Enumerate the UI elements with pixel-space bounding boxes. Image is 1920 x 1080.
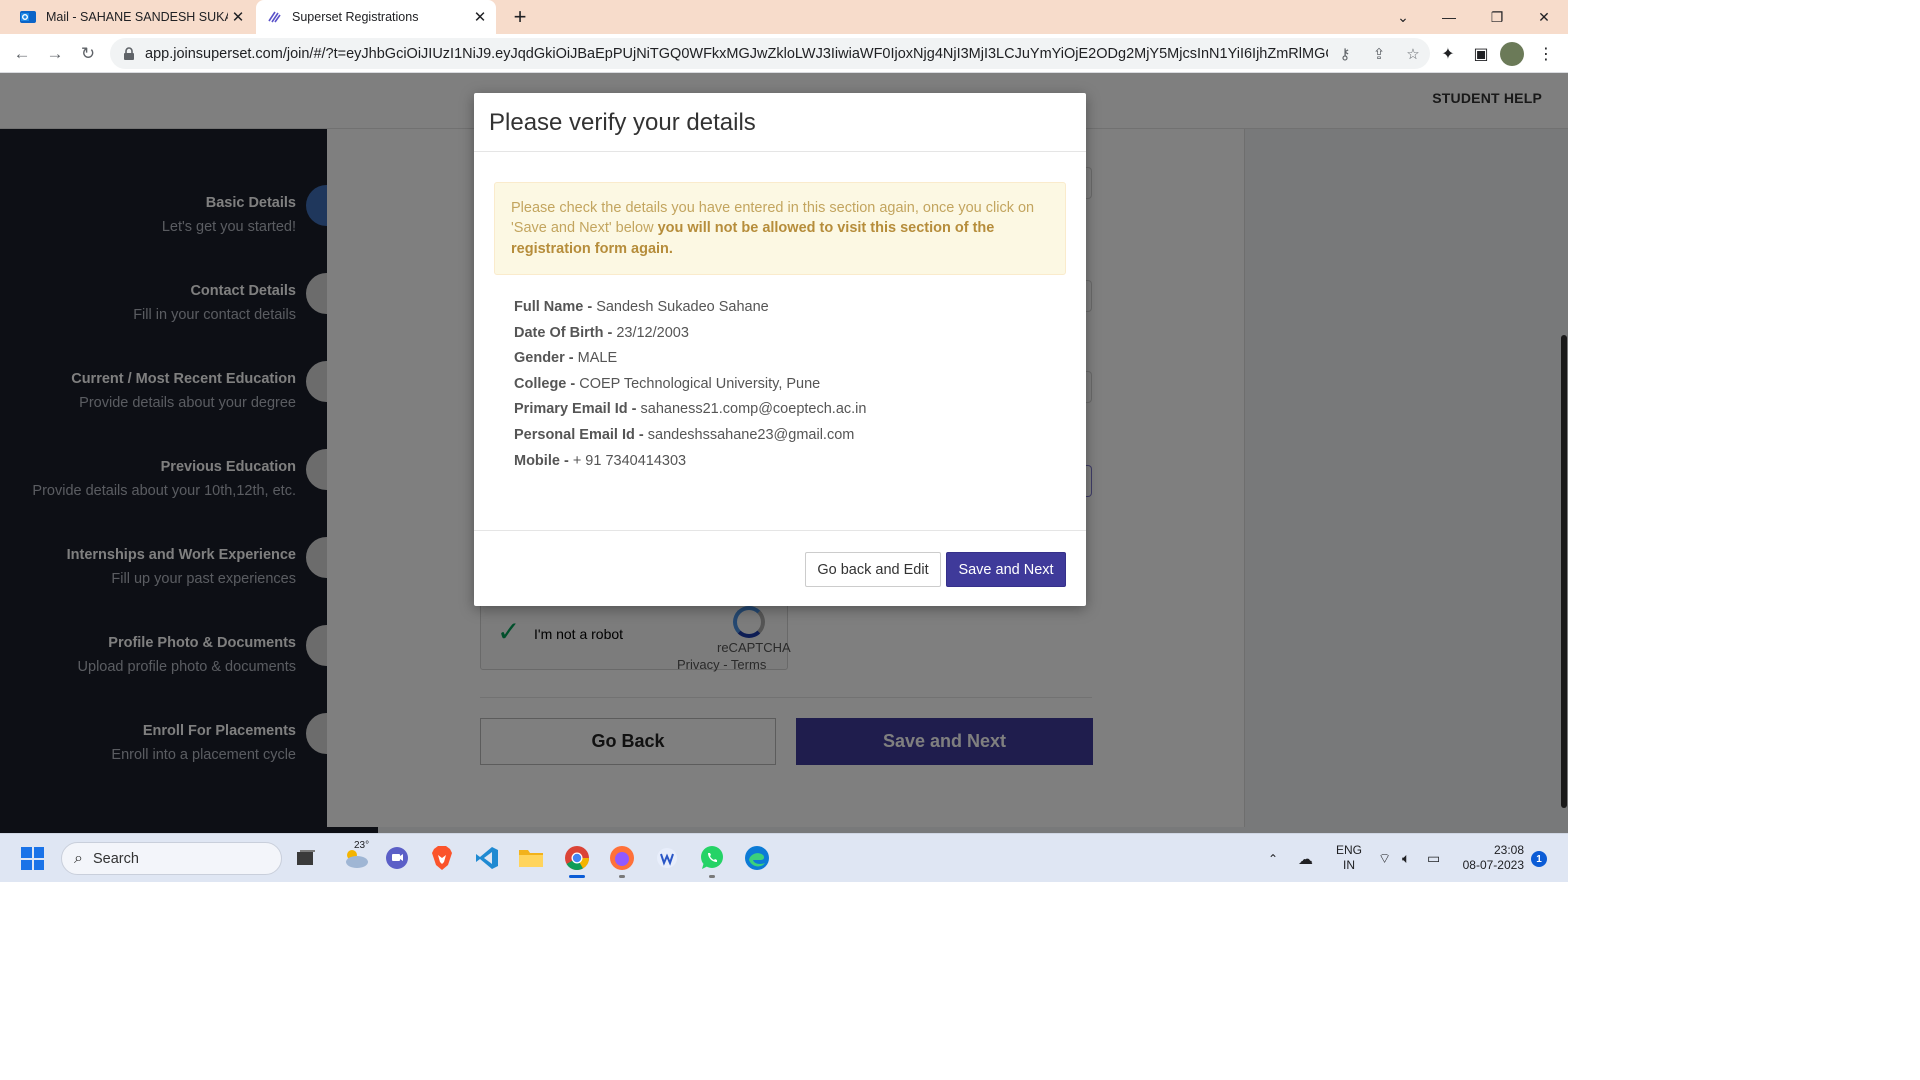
detail-label: Date Of Birth - xyxy=(514,324,613,341)
back-arrow-icon[interactable]: ← xyxy=(8,40,36,68)
key-icon[interactable]: ⚷ xyxy=(1328,45,1362,63)
star-icon[interactable]: ☆ xyxy=(1396,45,1430,63)
details-list: Full Name - Sandesh Sukadeo Sahane Date … xyxy=(514,295,1054,474)
chevron-up-icon[interactable]: ⌃ xyxy=(1268,834,1278,883)
notification-badge[interactable]: 1 xyxy=(1531,851,1547,867)
url-text: app.joinsuperset.com/join/#/?t=eyJhbGciO… xyxy=(145,45,1328,62)
detail-label: Mobile - xyxy=(514,452,569,469)
detail-label: Gender - xyxy=(514,350,574,367)
verify-details-modal: Please verify your details Please check … xyxy=(474,93,1086,606)
side-panel-icon[interactable]: ▣ xyxy=(1469,43,1493,65)
volume-icon[interactable]: 🔈︎ xyxy=(1402,834,1410,883)
windows-taskbar: ⌕ Search 23° ⌃ ☁ ENG IN ⌔ 🔈︎ ▭ 23:08 08-… xyxy=(0,833,1568,882)
modal-save-and-next-button[interactable]: Save and Next xyxy=(946,552,1066,587)
modal-header: Please verify your details xyxy=(474,93,1086,152)
tab-title: Mail - SAHANE SANDESH SUKADEO xyxy=(46,10,228,24)
new-tab-icon[interactable]: + xyxy=(508,4,532,30)
minimize-icon[interactable]: — xyxy=(1426,0,1472,34)
detail-row-mobile: Mobile - + 91 7340414303 xyxy=(514,449,1054,475)
lock-icon xyxy=(124,46,134,60)
detail-value: + 91 7340414303 xyxy=(572,452,687,469)
reload-icon[interactable]: ↻ xyxy=(74,40,102,68)
language-code: ENG xyxy=(1336,843,1363,857)
taskbar-search[interactable]: ⌕ Search xyxy=(61,842,282,875)
whatsapp-icon[interactable] xyxy=(697,843,727,878)
restore-icon[interactable]: ❐ xyxy=(1474,0,1520,34)
wifi-icon[interactable]: ⌔ xyxy=(1378,834,1391,883)
clock[interactable]: 23:08 08-07-2023 xyxy=(1460,843,1524,873)
battery-icon[interactable]: ▭ xyxy=(1427,834,1440,883)
tab-title: Superset Registrations xyxy=(292,10,419,24)
detail-value: sandeshssahane23@gmail.com xyxy=(647,426,855,443)
teams-chat-icon[interactable] xyxy=(382,843,412,873)
modal-footer: Go back and Edit Save and Next xyxy=(474,530,1086,606)
tab-superset[interactable]: Superset Registrations ✕ xyxy=(256,0,496,34)
warning-alert: Please check the details you have entere… xyxy=(494,182,1066,275)
close-icon[interactable]: ✕ xyxy=(470,8,490,26)
detail-row-full-name: Full Name - Sandesh Sukadeo Sahane xyxy=(514,295,1054,321)
extensions-icon[interactable]: ✦ xyxy=(1436,43,1460,65)
detail-label: Primary Email Id - xyxy=(514,401,637,418)
firefox-icon[interactable] xyxy=(607,843,637,878)
tab-mail[interactable]: Mail - SAHANE SANDESH SUKADEO ✕ xyxy=(8,0,254,34)
chrome-icon[interactable] xyxy=(562,843,592,878)
clock-date: 08-07-2023 xyxy=(1462,858,1524,872)
detail-value: Sandesh Sukadeo Sahane xyxy=(596,299,769,315)
search-label: Search xyxy=(92,850,139,867)
browser-tab-strip: Mail - SAHANE SANDESH SUKADEO ✕ Superset… xyxy=(0,0,1568,34)
detail-label: College - xyxy=(514,375,576,392)
windows-start-icon[interactable] xyxy=(21,847,44,870)
clock-time: 23:08 xyxy=(1493,843,1524,857)
search-icon: ⌕ xyxy=(74,849,83,867)
scrollbar-thumb[interactable] xyxy=(1561,335,1567,808)
detail-row-personal-email: Personal Email Id - sandeshssahane23@gma… xyxy=(514,423,1054,449)
task-view-icon[interactable] xyxy=(291,843,321,873)
vscode-icon[interactable] xyxy=(472,843,502,873)
detail-label: Personal Email Id - xyxy=(514,426,644,443)
detail-row-college: College - COEP Technological University,… xyxy=(514,372,1054,398)
avatar[interactable] xyxy=(1500,42,1524,66)
region-code: IN xyxy=(1343,858,1355,872)
go-back-and-edit-button[interactable]: Go back and Edit xyxy=(805,552,941,587)
onedrive-icon[interactable]: ☁ xyxy=(1298,834,1313,883)
detail-label: Full Name - xyxy=(514,299,593,315)
browser-toolbar: ← → ↻ app.joinsuperset.com/join/#/?t=eyJ… xyxy=(0,34,1568,73)
detail-row-dob: Date Of Birth - 23/12/2003 xyxy=(514,321,1054,347)
app-icon[interactable] xyxy=(652,843,682,873)
superset-icon xyxy=(268,11,281,23)
detail-row-primary-email: Primary Email Id - sahaness21.comp@coept… xyxy=(514,397,1054,423)
file-explorer-icon[interactable] xyxy=(516,843,546,873)
address-bar[interactable]: app.joinsuperset.com/join/#/?t=eyJhbGciO… xyxy=(110,38,1430,69)
weather-widget[interactable]: 23° xyxy=(336,840,376,873)
modal-title: Please verify your details xyxy=(489,109,756,136)
brave-browser-icon[interactable] xyxy=(427,843,457,873)
detail-value: MALE xyxy=(577,350,618,367)
window-close-icon[interactable]: ✕ xyxy=(1521,0,1567,34)
page: STUDENT HELP Basic Details Let's get you… xyxy=(0,73,1568,833)
detail-value: sahaness21.comp@coeptech.ac.in xyxy=(640,401,867,418)
detail-row-gender: Gender - MALE xyxy=(514,346,1054,372)
close-icon[interactable]: ✕ xyxy=(228,8,248,26)
chevron-down-icon[interactable]: ⌄ xyxy=(1380,0,1426,34)
language-indicator[interactable]: ENG IN xyxy=(1336,843,1362,873)
forward-arrow-icon[interactable]: → xyxy=(41,40,69,68)
edge-icon[interactable] xyxy=(742,843,772,873)
weather-temp: 23° xyxy=(354,840,370,851)
detail-value: COEP Technological University, Pune xyxy=(579,375,821,392)
outlook-icon xyxy=(20,11,36,23)
more-menu-icon[interactable]: ⋮ xyxy=(1534,43,1558,65)
share-icon[interactable]: ⇪ xyxy=(1362,45,1396,63)
detail-value: 23/12/2003 xyxy=(616,324,689,341)
